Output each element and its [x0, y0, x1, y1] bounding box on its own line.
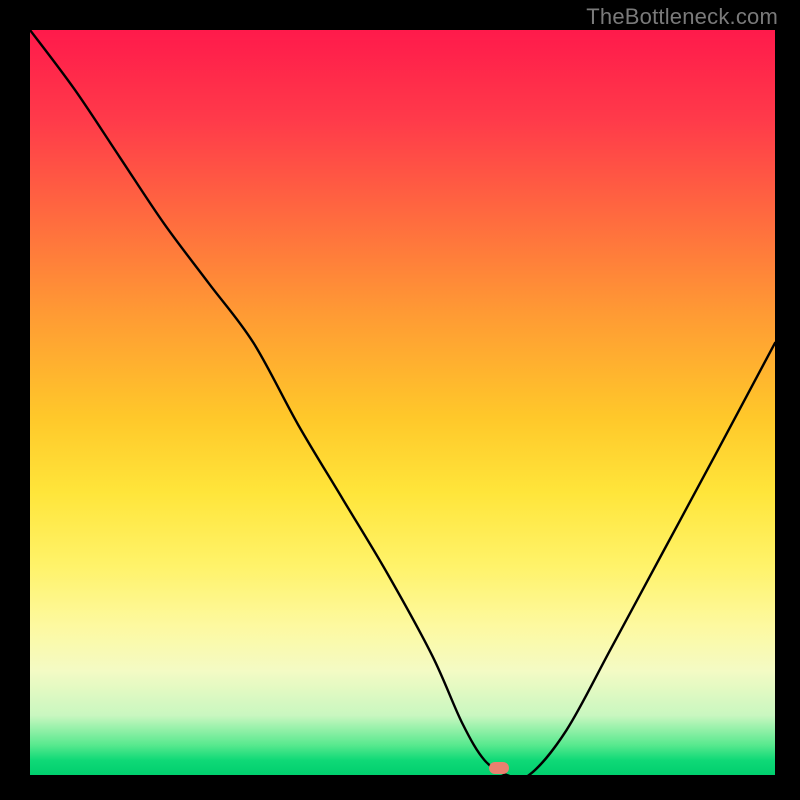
plot-area	[30, 30, 775, 775]
watermark-text: TheBottleneck.com	[586, 4, 778, 30]
bottleneck-curve	[30, 30, 775, 775]
optimum-marker	[489, 762, 509, 774]
chart-frame: TheBottleneck.com	[0, 0, 800, 800]
